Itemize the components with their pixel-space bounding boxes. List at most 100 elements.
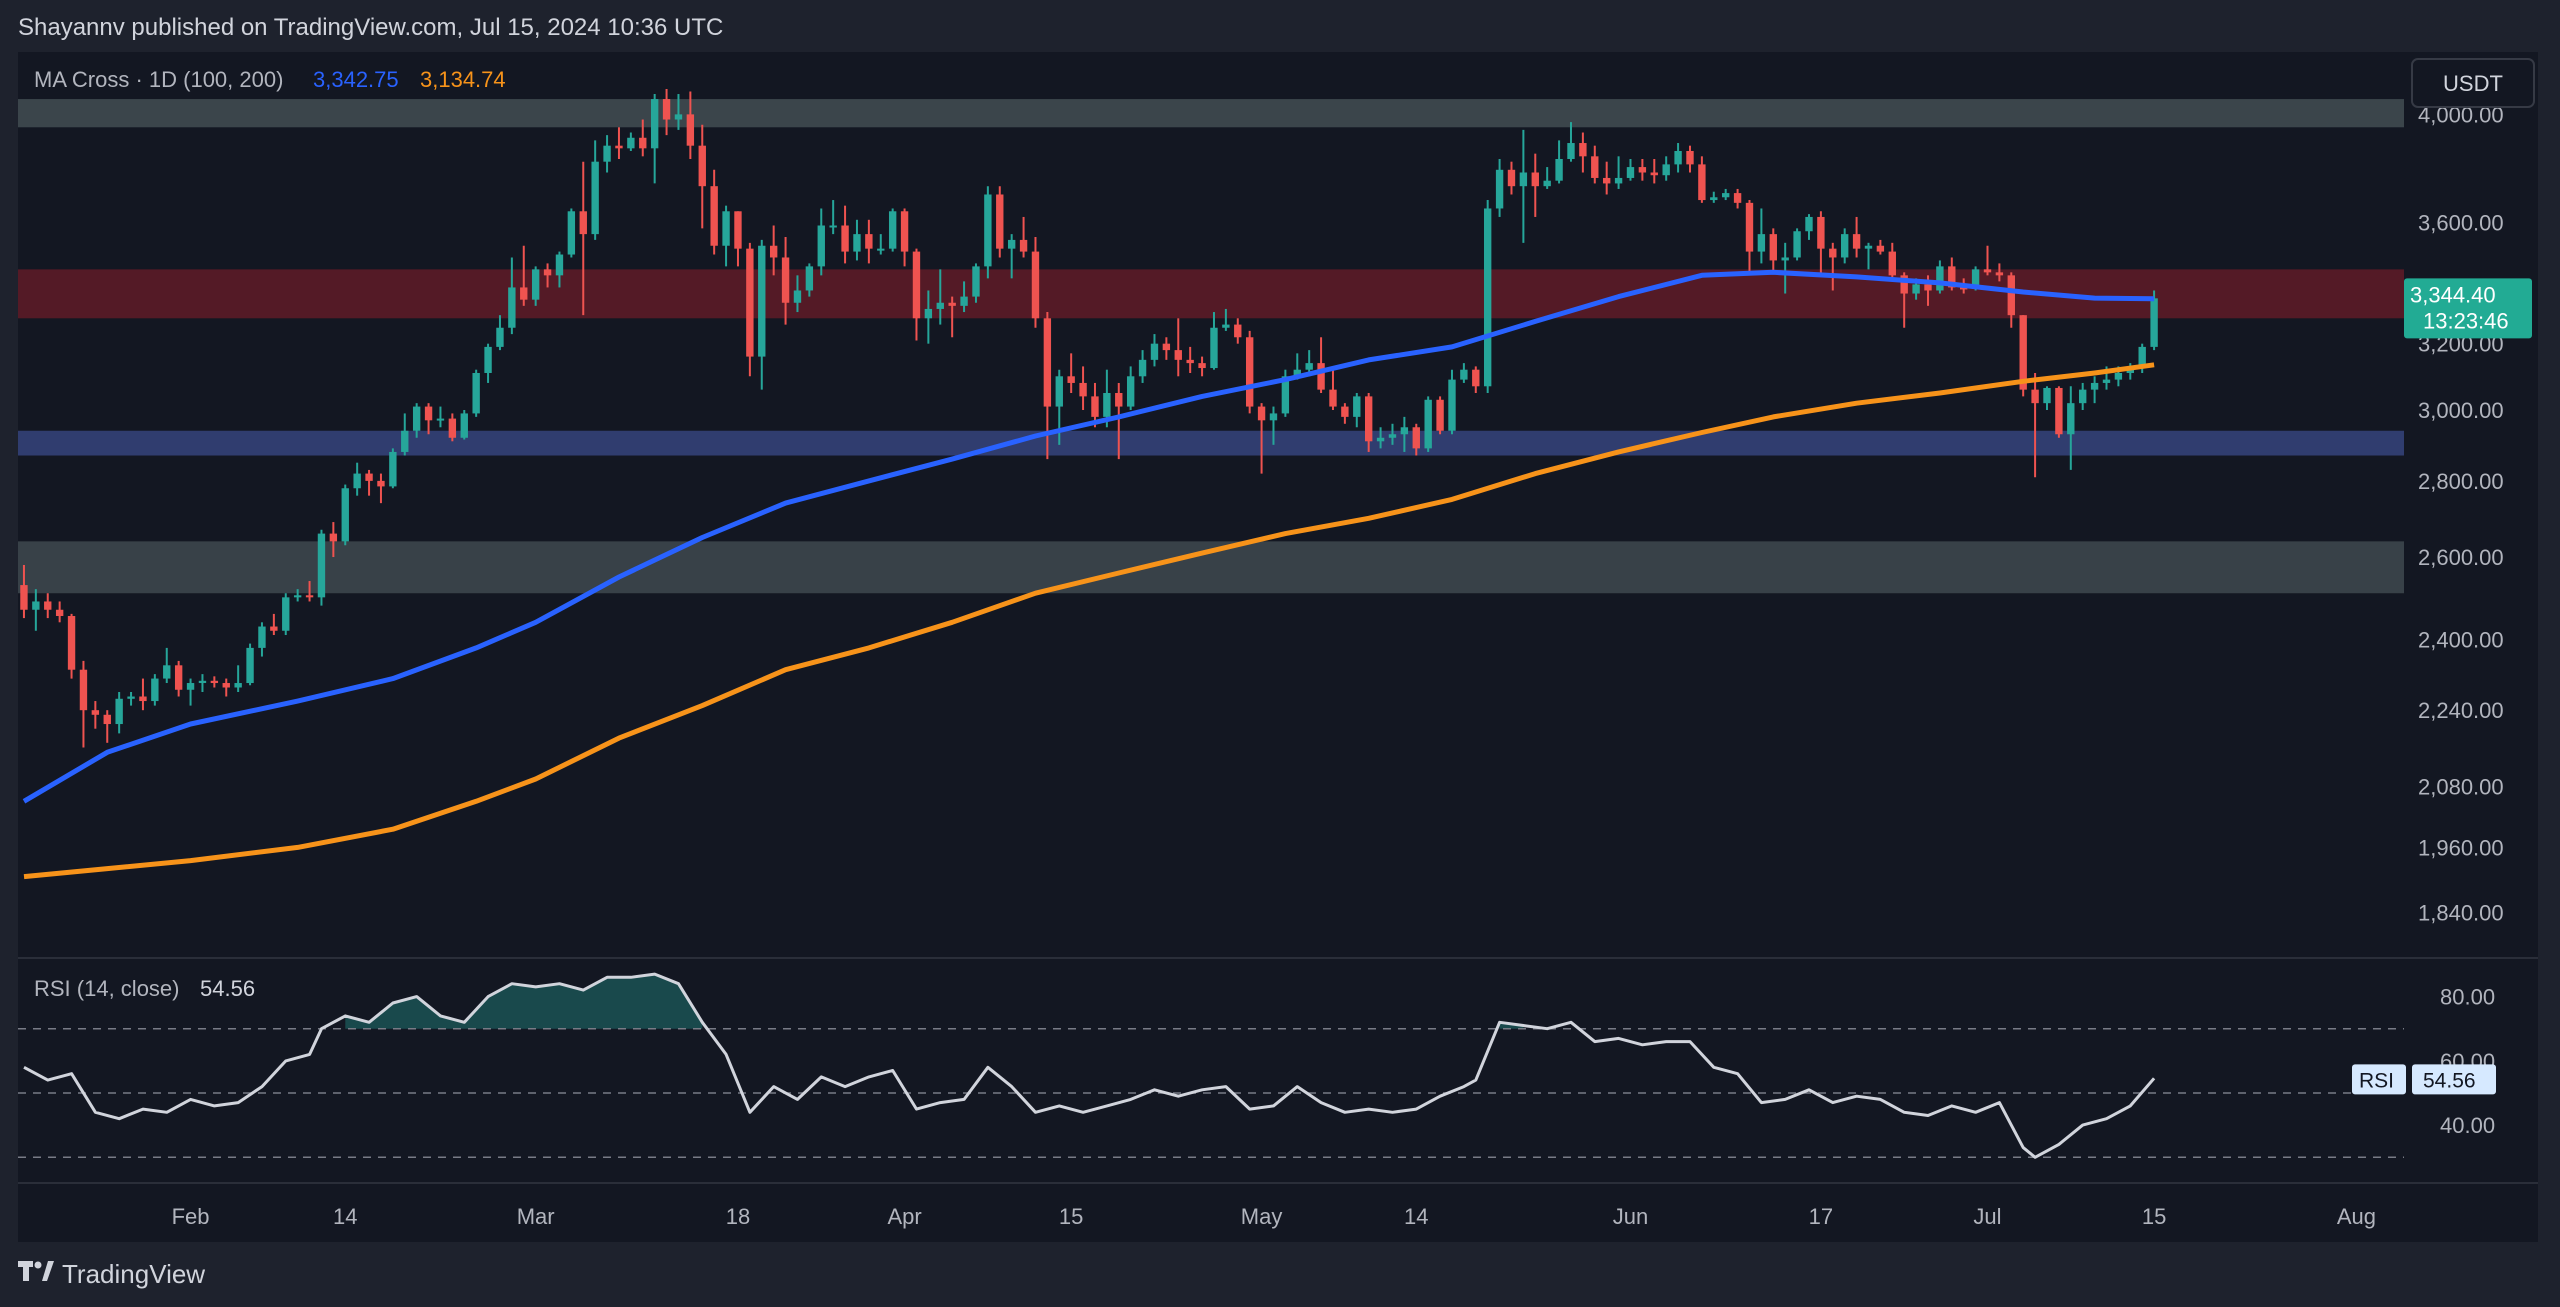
candle bbox=[186, 678, 195, 706]
candle-body bbox=[1769, 234, 1777, 261]
candle-body bbox=[579, 211, 587, 235]
candle-body bbox=[389, 451, 397, 487]
candle-body bbox=[972, 266, 980, 297]
candle bbox=[900, 208, 909, 267]
rsi-legend-title: RSI (14, close) bbox=[34, 976, 180, 1001]
candle bbox=[377, 473, 385, 504]
candle bbox=[1472, 366, 1480, 394]
candle-body bbox=[472, 372, 480, 414]
candle bbox=[1436, 396, 1444, 435]
candle bbox=[1162, 337, 1171, 360]
candle-body bbox=[829, 225, 837, 228]
candle-body bbox=[1115, 393, 1123, 407]
candle-body bbox=[234, 683, 242, 688]
candle bbox=[984, 186, 992, 279]
candle-body bbox=[746, 248, 754, 357]
candle-body bbox=[650, 99, 659, 149]
candle bbox=[1198, 356, 1206, 377]
candle-body bbox=[1698, 164, 1706, 201]
candle bbox=[472, 369, 480, 417]
candle-body bbox=[555, 254, 564, 276]
chart-container[interactable]: 4,000.00 3,600.00 3,200.00 3,000.00 2,800.00… bbox=[18, 52, 2538, 1242]
candle-body bbox=[1507, 169, 1516, 187]
candle-body bbox=[20, 585, 28, 610]
rsi-tick-label: 40.00 bbox=[2440, 1113, 2495, 1138]
time-tick-label: 14 bbox=[1404, 1204, 1428, 1229]
candle bbox=[1698, 156, 1706, 203]
candle bbox=[32, 589, 40, 631]
candle bbox=[389, 448, 397, 489]
chart-svg[interactable]: 4,000.003,600.003,200.003,000.002,800.00… bbox=[18, 52, 2538, 1242]
candle bbox=[615, 127, 623, 160]
candle bbox=[698, 124, 706, 229]
candle bbox=[1876, 239, 1885, 255]
candle-body bbox=[44, 601, 52, 610]
candle-body bbox=[127, 696, 135, 699]
candle-body bbox=[1067, 376, 1075, 383]
candle bbox=[210, 676, 219, 688]
candle bbox=[436, 406, 445, 428]
candle-body bbox=[2150, 298, 2158, 347]
last-price-value: 3,344.40 bbox=[2410, 282, 2496, 307]
candle-body bbox=[1793, 231, 1801, 258]
candle-body bbox=[2090, 382, 2099, 390]
candle bbox=[829, 200, 837, 235]
candle bbox=[55, 601, 64, 623]
candle bbox=[1840, 228, 1849, 264]
candle-body bbox=[639, 137, 647, 149]
last-price-tag: 3,344.40 13:23:46 bbox=[2404, 278, 2532, 339]
candle-body bbox=[2114, 372, 2123, 380]
candlestick-series bbox=[20, 89, 2158, 748]
candle-body bbox=[1626, 167, 1635, 178]
price-zone-2 bbox=[18, 430, 2404, 456]
candle bbox=[841, 205, 849, 264]
candle bbox=[1341, 403, 1349, 424]
candle-body bbox=[1519, 172, 1528, 187]
candle-body bbox=[448, 418, 457, 438]
candle-body bbox=[936, 302, 944, 309]
bar-countdown: 13:23:46 bbox=[2423, 308, 2509, 333]
candle bbox=[115, 691, 123, 734]
candle-body bbox=[1888, 251, 1896, 276]
tradingview-brand[interactable]: TradingView bbox=[18, 1259, 205, 1290]
candle-body bbox=[698, 145, 706, 187]
candle-body bbox=[1864, 245, 1873, 249]
candle bbox=[996, 186, 1004, 258]
candle bbox=[2090, 376, 2099, 404]
candle bbox=[448, 413, 457, 442]
candle-body bbox=[270, 626, 278, 631]
candle bbox=[258, 622, 266, 657]
candle-body bbox=[317, 533, 326, 598]
candle bbox=[888, 208, 897, 252]
candle-body bbox=[531, 269, 540, 300]
time-tick-label: Feb bbox=[172, 1204, 210, 1229]
publisher-line: Shayannv published on TradingView.com, J… bbox=[18, 14, 724, 41]
price-tick-label: 2,800.00 bbox=[2418, 469, 2504, 494]
candle-body bbox=[1364, 396, 1373, 442]
candle-body bbox=[591, 161, 599, 235]
candle-body bbox=[1245, 337, 1254, 407]
candle-body bbox=[996, 194, 1004, 249]
candle-body bbox=[1638, 167, 1647, 173]
candle bbox=[817, 208, 825, 276]
candle bbox=[151, 674, 159, 706]
candle-body bbox=[1055, 376, 1063, 407]
candle bbox=[127, 691, 135, 706]
candle-body bbox=[567, 211, 576, 255]
candle-body bbox=[1912, 284, 1920, 294]
time-tick-label: Jul bbox=[1973, 1204, 2001, 1229]
candle bbox=[1864, 242, 1873, 270]
candle bbox=[2031, 372, 2039, 478]
candle-body bbox=[1353, 396, 1361, 417]
candle-body bbox=[1091, 396, 1099, 417]
candle-body bbox=[412, 406, 421, 431]
candle bbox=[710, 169, 718, 255]
price-axis: 4,000.003,600.003,200.003,000.002,800.00… bbox=[2418, 102, 2504, 925]
candle bbox=[484, 343, 492, 383]
candle bbox=[139, 678, 147, 711]
candle-body bbox=[424, 406, 433, 421]
candle-body bbox=[686, 114, 695, 146]
candle bbox=[1567, 122, 1575, 162]
rsi-legend-value: 54.56 bbox=[200, 976, 255, 1001]
currency-button[interactable]: USDT bbox=[2443, 71, 2503, 96]
